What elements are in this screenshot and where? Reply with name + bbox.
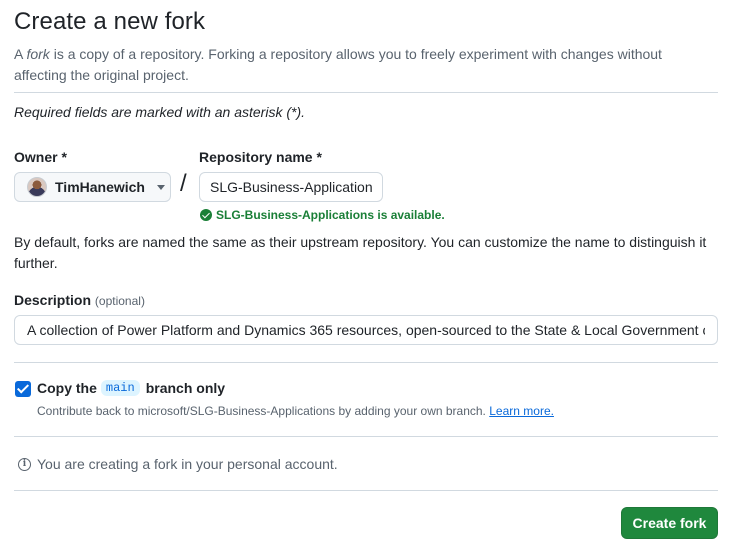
description-input[interactable] — [14, 315, 718, 345]
description-label: Description (optional) — [14, 292, 145, 308]
branch-name-code: main — [100, 380, 140, 396]
copy-help-text: Contribute back to microsoft/SLG-Busines… — [37, 404, 486, 418]
description-label-text: Description — [14, 292, 92, 308]
divider — [14, 490, 718, 491]
account-note: i You are creating a fork in your person… — [18, 456, 338, 472]
check-circle-icon — [200, 209, 212, 221]
chevron-down-icon — [157, 184, 165, 190]
subtitle-rest: is a copy of a repository. Forking a rep… — [14, 46, 662, 83]
subtitle-em: fork — [26, 46, 50, 62]
optional-tag: (optional) — [94, 294, 145, 308]
subtitle-prefix: A — [14, 46, 27, 62]
naming-info: By default, forks are named the same as … — [14, 234, 707, 271]
copy-label-after: branch only — [145, 380, 226, 396]
owner-name: TimHanewich — [55, 179, 145, 195]
copy-branch-help: Contribute back to microsoft/SLG-Busines… — [37, 404, 554, 418]
repo-name-label: Repository name * — [199, 149, 322, 165]
account-note-text: You are creating a fork in your personal… — [37, 456, 338, 472]
owner-dropdown[interactable]: TimHanewich — [14, 172, 171, 202]
copy-label-before: Copy the — [37, 380, 97, 396]
learn-more-link[interactable]: Learn more. — [489, 404, 554, 418]
required-note: Required fields are marked with an aster… — [14, 104, 306, 120]
copy-main-branch-checkbox[interactable] — [15, 381, 31, 397]
copy-branch-label[interactable]: Copy the main branch only — [37, 380, 225, 396]
page-subtitle: A fork is a copy of a repository. Forkin… — [14, 44, 714, 86]
path-separator: / — [180, 170, 187, 197]
repo-name-input[interactable] — [199, 172, 383, 202]
info-icon: i — [18, 457, 31, 471]
divider — [14, 436, 718, 437]
divider — [14, 362, 718, 363]
owner-label: Owner * — [14, 149, 67, 165]
availability-text: SLG-Business-Applications is available. — [216, 208, 445, 222]
create-fork-button[interactable]: Create fork — [621, 507, 718, 539]
page-title: Create a new fork — [14, 8, 206, 35]
divider — [14, 92, 718, 93]
avatar — [27, 177, 47, 197]
availability-status: SLG-Business-Applications is available. — [200, 208, 445, 222]
